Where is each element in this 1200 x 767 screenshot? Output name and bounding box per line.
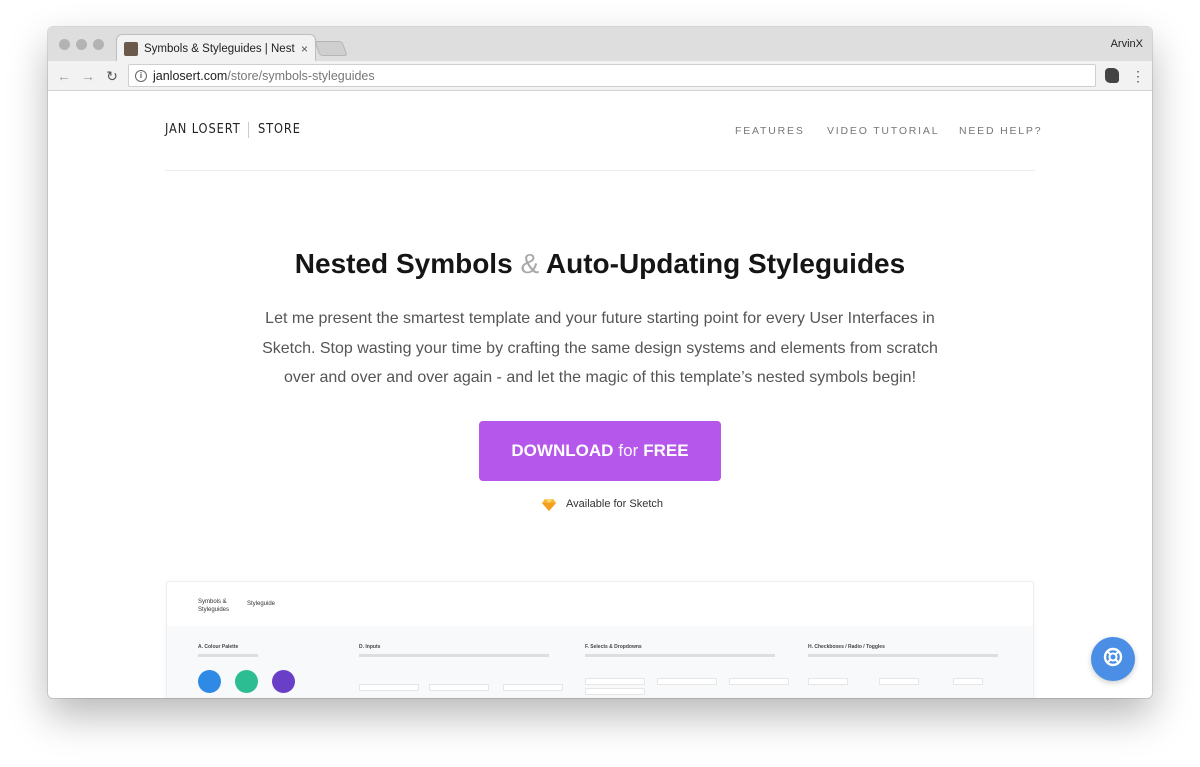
preview-section-title: H. Checkboxes / Radio / Toggles: [808, 644, 885, 650]
address-bar[interactable]: i janlosert.com /store/symbols-styleguid…: [128, 64, 1096, 87]
brand-section[interactable]: STORE: [258, 122, 301, 137]
reload-icon[interactable]: ↻: [103, 67, 121, 85]
preview-logo: Symbols & Styleguides: [198, 599, 230, 613]
preview-select: [585, 678, 645, 685]
download-label-for: for: [618, 441, 639, 460]
availability-note: Available for Sketch: [542, 496, 663, 512]
preview-select: [657, 678, 717, 685]
preview-select: [585, 688, 645, 695]
hero-title: Nested Symbols & Auto-Updating Styleguid…: [48, 248, 1152, 280]
profile-name[interactable]: ArvinX: [1111, 38, 1143, 50]
sketch-diamond-icon: [542, 498, 556, 511]
evernote-extension-icon[interactable]: [1105, 68, 1119, 83]
browser-tab[interactable]: Symbols & Styleguides | Neste ×: [116, 34, 316, 62]
header-divider: [165, 170, 1035, 171]
preview-nav-item: Styleguide: [247, 601, 276, 607]
url-host: janlosert.com: [153, 68, 228, 83]
nav-features[interactable]: FEATURES: [735, 125, 805, 137]
browser-menu-icon[interactable]: ⋮: [1131, 67, 1145, 85]
web-page: JAN LOSERT STORE FEATURES VIDEO TUTORIAL…: [48, 92, 1152, 698]
title-bar: Symbols & Styleguides | Neste × ArvinX: [48, 27, 1152, 62]
download-button[interactable]: DOWNLOAD for FREE: [479, 421, 721, 481]
back-icon[interactable]: ←: [55, 67, 73, 85]
preview-select: [729, 678, 789, 685]
nav-video-tutorial[interactable]: VIDEO TUTORIAL: [827, 125, 939, 137]
preview-toggle: [953, 678, 983, 685]
download-label-free: FREE: [643, 441, 689, 460]
preview-color-swatch: [198, 670, 221, 693]
help-lifebuoy-button[interactable]: [1091, 637, 1135, 681]
preview-radio: [879, 678, 919, 685]
preview-color-swatch: [272, 670, 295, 693]
new-tab-button[interactable]: [314, 41, 348, 56]
hero-title-part2: Auto-Updating Styleguides: [545, 248, 906, 279]
download-label-strong: DOWNLOAD: [511, 441, 614, 460]
preview-section-title: A. Colour Palette: [198, 644, 239, 650]
styleguide-preview-image: Symbols & Styleguides Styleguide A. Colo…: [166, 581, 1034, 698]
browser-window: Symbols & Styleguides | Neste × ArvinX ←…: [48, 27, 1152, 698]
site-header: JAN LOSERT STORE FEATURES VIDEO TUTORIAL…: [165, 122, 1041, 142]
brand-name[interactable]: JAN LOSERT: [165, 122, 241, 137]
favicon-icon: [124, 41, 138, 56]
minimize-window-button[interactable]: [76, 39, 87, 50]
browser-toolbar: ← → ↻ i janlosert.com /store/symbols-sty…: [48, 61, 1152, 91]
zoom-window-button[interactable]: [93, 39, 104, 50]
preview-section-title: F. Selects & Dropdowns: [585, 644, 642, 650]
hero-title-part1: Nested Symbols: [294, 248, 513, 279]
preview-checkbox: [808, 678, 848, 685]
preview-input: [359, 684, 419, 691]
info-icon[interactable]: i: [135, 69, 147, 82]
availability-label: Available for Sketch: [566, 498, 664, 510]
preview-section-title: D. Inputs: [359, 644, 381, 650]
hero-title-amp: &: [520, 248, 540, 279]
url-path: /store/symbols-styleguides: [227, 68, 375, 83]
hero-description: Let me present the smartest template and…: [262, 310, 938, 386]
preview-text-line: [359, 654, 549, 657]
preview-text-line: [198, 654, 258, 657]
tab-close-icon[interactable]: ×: [301, 42, 308, 56]
preview-input: [429, 684, 489, 691]
preview-input: [503, 684, 563, 691]
preview-text-line: [808, 654, 998, 657]
preview-text-line: [585, 654, 775, 657]
lifebuoy-icon: [1103, 647, 1123, 672]
nav-need-help[interactable]: NEED HELP?: [959, 125, 1042, 137]
brand-divider: [248, 122, 249, 138]
close-window-button[interactable]: [59, 39, 70, 50]
tab-title: Symbols & Styleguides | Neste: [144, 42, 295, 55]
forward-icon[interactable]: →: [79, 67, 97, 85]
preview-color-swatch: [235, 670, 258, 693]
